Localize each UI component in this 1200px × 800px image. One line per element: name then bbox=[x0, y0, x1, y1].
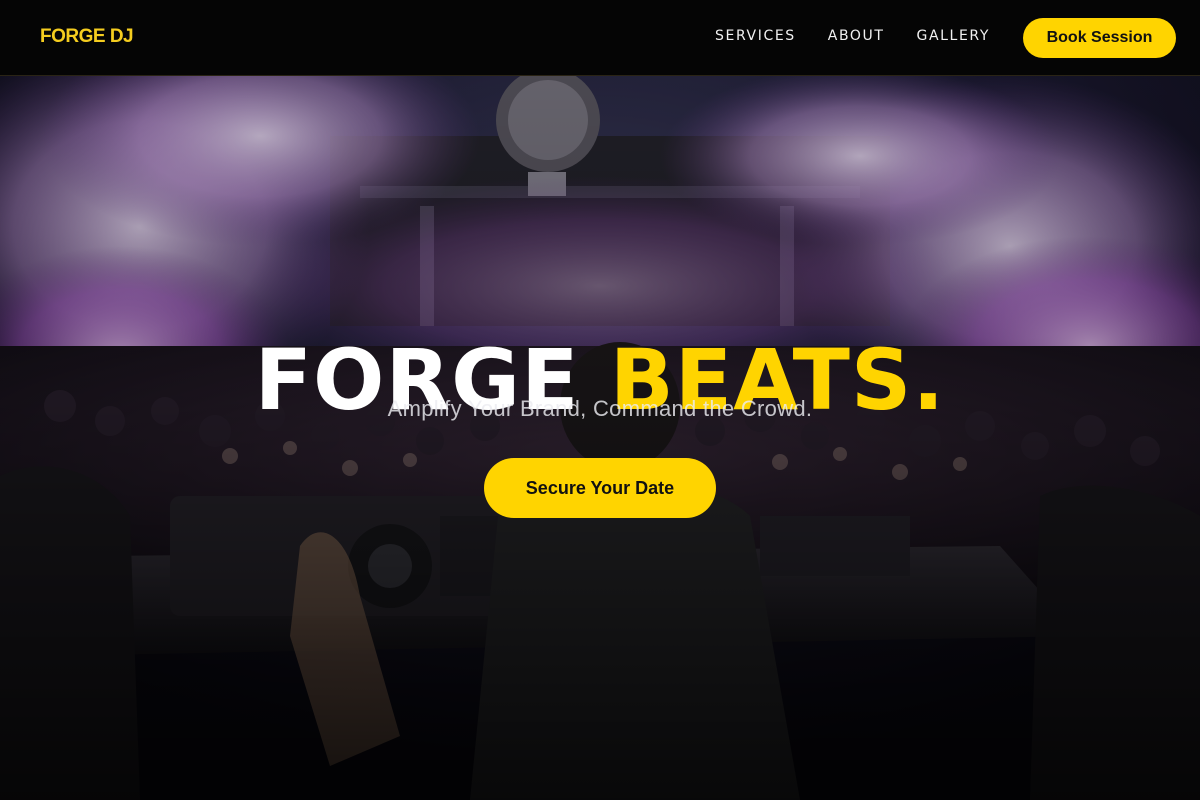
secure-date-button[interactable]: Secure Your Date bbox=[484, 458, 716, 518]
landing-page: FORGE DJ SERVICES ABOUT GALLERY Book Ses… bbox=[0, 0, 1200, 800]
hero-subtitle: Amplify Your Brand, Command the Crowd. bbox=[387, 396, 813, 421]
hero-section: FORGE BEATS. Amplify Your Brand, Command… bbox=[0, 76, 1200, 800]
book-session-button[interactable]: Book Session bbox=[1023, 18, 1176, 58]
nav-link-about[interactable]: ABOUT bbox=[828, 28, 885, 44]
nav-link-services[interactable]: SERVICES bbox=[715, 28, 796, 44]
top-navbar: FORGE DJ SERVICES ABOUT GALLERY Book Ses… bbox=[0, 0, 1200, 76]
nav-links: SERVICES ABOUT GALLERY bbox=[715, 28, 990, 44]
brand-logo[interactable]: FORGE DJ bbox=[40, 26, 134, 48]
hero-dark-overlay bbox=[0, 76, 1200, 800]
nav-link-gallery[interactable]: GALLERY bbox=[917, 28, 990, 44]
